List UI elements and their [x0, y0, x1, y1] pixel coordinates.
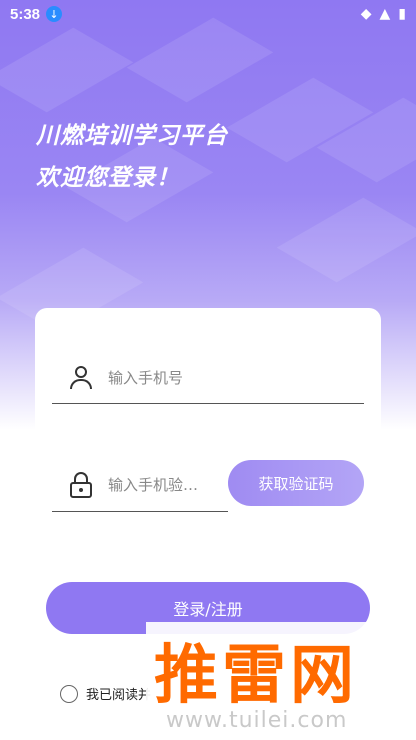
network-icon: ◆: [360, 6, 372, 22]
app-title: 川燃培训学习平台: [36, 123, 228, 149]
watermark: 推雷网 www.tuilei.com: [146, 622, 416, 740]
phone-input[interactable]: 输入手机号: [108, 367, 183, 388]
welcome-text: 欢迎您登录！: [36, 165, 180, 191]
watermark-url: www.tuilei.com: [166, 708, 348, 733]
lock-icon: [68, 471, 94, 498]
agree-radio[interactable]: [60, 684, 78, 703]
wifi-icon: ▲: [379, 6, 391, 22]
code-field[interactable]: 输入手机验…: [52, 458, 228, 512]
download-icon: ↓: [46, 6, 63, 22]
agree-text: 我已阅读并: [86, 688, 152, 703]
get-code-button[interactable]: 获取验证码: [228, 460, 364, 506]
battery-icon: ▮: [398, 6, 406, 22]
agreement-row: 我已阅读并: [60, 684, 151, 703]
status-icons: ◆ ▲ ▮: [361, 6, 406, 22]
status-bar: 5:38 ↓ ◆ ▲ ▮: [0, 0, 416, 28]
watermark-logo: 推雷网: [154, 639, 358, 713]
user-icon: [68, 365, 94, 391]
code-input[interactable]: 输入手机验…: [108, 474, 198, 495]
status-time: 5:38: [10, 5, 41, 23]
phone-field[interactable]: 输入手机号: [52, 352, 364, 404]
